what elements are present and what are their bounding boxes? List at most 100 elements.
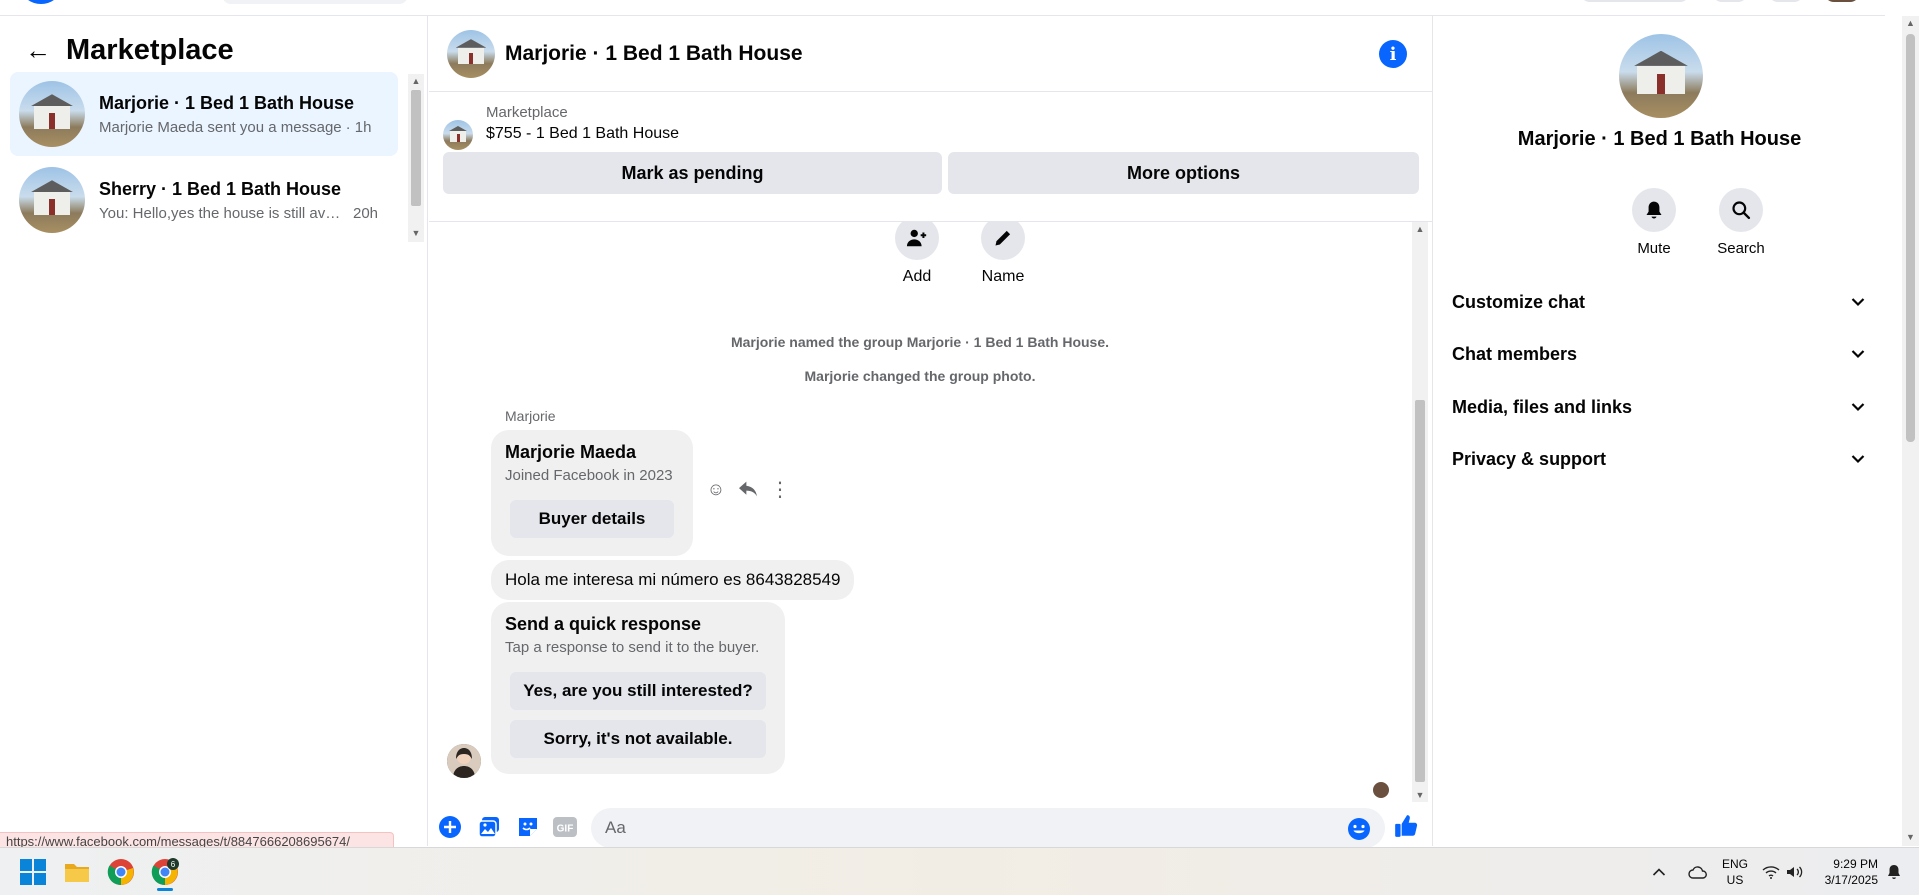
back-arrow-icon[interactable]: ←	[20, 32, 56, 68]
listing-thumbnail[interactable]	[443, 120, 473, 150]
name-label: Name	[981, 268, 1025, 285]
marketplace-title: Marketplace	[66, 33, 234, 66]
conversation-time: · 1h	[345, 118, 372, 136]
message-input[interactable]	[591, 808, 1385, 848]
page-scrollbar[interactable]: ▲ ▼	[1902, 16, 1919, 846]
notification-bell-icon[interactable]	[1886, 848, 1902, 895]
chrome-icon[interactable]	[107, 858, 135, 886]
add-label: Add	[902, 268, 932, 285]
react-emoji-icon[interactable]: ☺	[704, 477, 728, 501]
header-messenger-icon[interactable]	[1768, 0, 1804, 2]
section-customize-chat[interactable]: Customize chat	[1452, 282, 1868, 322]
section-media-files-links[interactable]: Media, files and links	[1452, 387, 1868, 427]
conversation-snippet: Marjorie Maeda sent you a message	[99, 118, 342, 136]
volume-icon[interactable]	[1786, 848, 1804, 895]
clock-date: 3/17/2025	[1824, 873, 1878, 887]
add-person-icon[interactable]	[895, 222, 939, 260]
conversation-item-sherry[interactable]: Sherry · 1 Bed 1 Bath House You: Hello,y…	[10, 158, 398, 242]
chrome-profile-icon[interactable]: 6	[151, 858, 179, 891]
listing-source: Marketplace	[486, 104, 568, 121]
conversation-list-scrollbar[interactable]: ▲ ▼	[408, 74, 424, 242]
system-message: Marjorie named the group Marjorie · 1 Be…	[730, 334, 1110, 350]
header-pill[interactable]	[1580, 0, 1690, 2]
onedrive-cloud-icon[interactable]	[1688, 848, 1708, 895]
chevron-down-icon	[1848, 399, 1868, 415]
top-header	[0, 0, 1885, 16]
file-explorer-icon[interactable]	[63, 858, 91, 886]
scroll-up-arrow-icon[interactable]: ▲	[1902, 16, 1919, 30]
buyer-details-button[interactable]: Buyer details	[510, 500, 674, 538]
windows-taskbar: 6 ENG US 9:29 PM 3/17/2025	[0, 847, 1919, 895]
section-chat-members[interactable]: Chat members	[1452, 334, 1868, 374]
name-group-action[interactable]: Name	[963, 222, 1043, 286]
scroll-up-arrow-icon[interactable]: ▲	[1412, 222, 1428, 236]
sender-avatar[interactable]	[447, 744, 481, 778]
sticker-icon[interactable]	[515, 814, 541, 840]
scroll-down-arrow-icon[interactable]: ▼	[1412, 788, 1428, 802]
photo-gallery-icon[interactable]	[476, 814, 502, 840]
scroll-down-arrow-icon[interactable]: ▼	[1902, 830, 1919, 844]
more-vertical-icon[interactable]: ⋮	[768, 477, 792, 501]
header-menu-icon[interactable]	[1712, 0, 1748, 2]
scrollbar-thumb[interactable]	[1415, 400, 1425, 782]
chevron-down-icon	[1848, 451, 1868, 467]
pencil-icon[interactable]	[981, 222, 1025, 260]
message-scrollbar[interactable]: ▲ ▼	[1412, 222, 1428, 802]
language-indicator[interactable]: ENG US	[1718, 856, 1752, 888]
scroll-down-arrow-icon[interactable]: ▼	[408, 226, 424, 240]
windows-start-icon[interactable]	[19, 858, 47, 886]
conversation-time: 20h	[353, 204, 379, 222]
message-composer: GIF	[429, 806, 1433, 848]
listing-price-title[interactable]: $755 - 1 Bed 1 Bath House	[486, 125, 679, 143]
add-member-action[interactable]: Add	[877, 222, 957, 286]
svg-text:GIF: GIF	[557, 824, 574, 835]
plus-circle-icon[interactable]	[437, 814, 463, 840]
reply-icon[interactable]	[736, 477, 760, 501]
quick-response-card: Send a quick response Tap a response to …	[491, 602, 785, 774]
thumbs-up-icon[interactable]	[1393, 813, 1419, 839]
chat-title[interactable]: Marjorie · 1 Bed 1 Bath House	[505, 42, 803, 66]
info-icon[interactable]: i	[1379, 40, 1407, 68]
quick-response-option-interested[interactable]: Yes, are you still interested?	[510, 672, 766, 710]
sender-name: Marjorie	[505, 408, 556, 424]
search-icon[interactable]	[1719, 188, 1763, 232]
more-options-button[interactable]: More options	[948, 152, 1419, 194]
incoming-message[interactable]: Hola me interesa mi número es 8643828549	[491, 560, 855, 600]
conversation-name: Marjorie · 1 Bed 1 Bath House	[99, 92, 355, 113]
conversation-name: Sherry · 1 Bed 1 Bath House	[99, 178, 342, 199]
tray-chevron-up-icon[interactable]	[1652, 848, 1666, 895]
wifi-icon[interactable]	[1762, 848, 1780, 895]
conversation-snippet: You: Hello,yes the house is still availa…	[99, 204, 341, 222]
section-label: Customize chat	[1452, 291, 1586, 312]
house-avatar	[19, 167, 85, 233]
mark-as-pending-button[interactable]: Mark as pending	[443, 152, 942, 194]
chat-avatar[interactable]	[447, 29, 495, 78]
system-clock[interactable]: 9:29 PM 3/17/2025	[1816, 856, 1878, 888]
section-label: Media, files and links	[1452, 396, 1633, 417]
scrollbar-thumb[interactable]	[1906, 34, 1915, 442]
chat-header: Marjorie · 1 Bed 1 Bath House i	[429, 16, 1433, 92]
scrollbar-thumb[interactable]	[411, 90, 421, 206]
section-label: Privacy & support	[1452, 448, 1607, 469]
message-hover-actions: ☺ ⋮	[704, 477, 792, 501]
region-code: US	[1726, 873, 1744, 887]
chrome-badge: 6	[171, 860, 176, 869]
details-name: Marjorie · 1 Bed 1 Bath House	[1517, 128, 1802, 150]
search-action[interactable]: Search	[1701, 188, 1781, 257]
quick-response-subtitle: Tap a response to send it to the buyer.	[505, 639, 760, 656]
header-avatar[interactable]	[1824, 0, 1860, 2]
facebook-search-bar[interactable]	[222, 0, 408, 4]
facebook-logo-icon[interactable]	[22, 0, 60, 4]
section-label: Chat members	[1452, 343, 1578, 364]
scroll-up-arrow-icon[interactable]: ▲	[408, 74, 424, 88]
mute-action[interactable]: Mute	[1614, 188, 1694, 257]
quick-response-option-unavailable[interactable]: Sorry, it's not available.	[510, 720, 766, 758]
house-avatar	[19, 81, 85, 147]
gif-icon[interactable]: GIF	[552, 814, 578, 840]
details-avatar[interactable]	[1619, 34, 1703, 118]
bell-icon[interactable]	[1632, 188, 1676, 232]
section-privacy-support[interactable]: Privacy & support	[1452, 439, 1868, 479]
read-receipt-avatar	[1373, 782, 1389, 798]
conversation-item-marjorie[interactable]: Marjorie · 1 Bed 1 Bath House Marjorie M…	[10, 72, 398, 156]
emoji-icon[interactable]	[1346, 816, 1372, 842]
